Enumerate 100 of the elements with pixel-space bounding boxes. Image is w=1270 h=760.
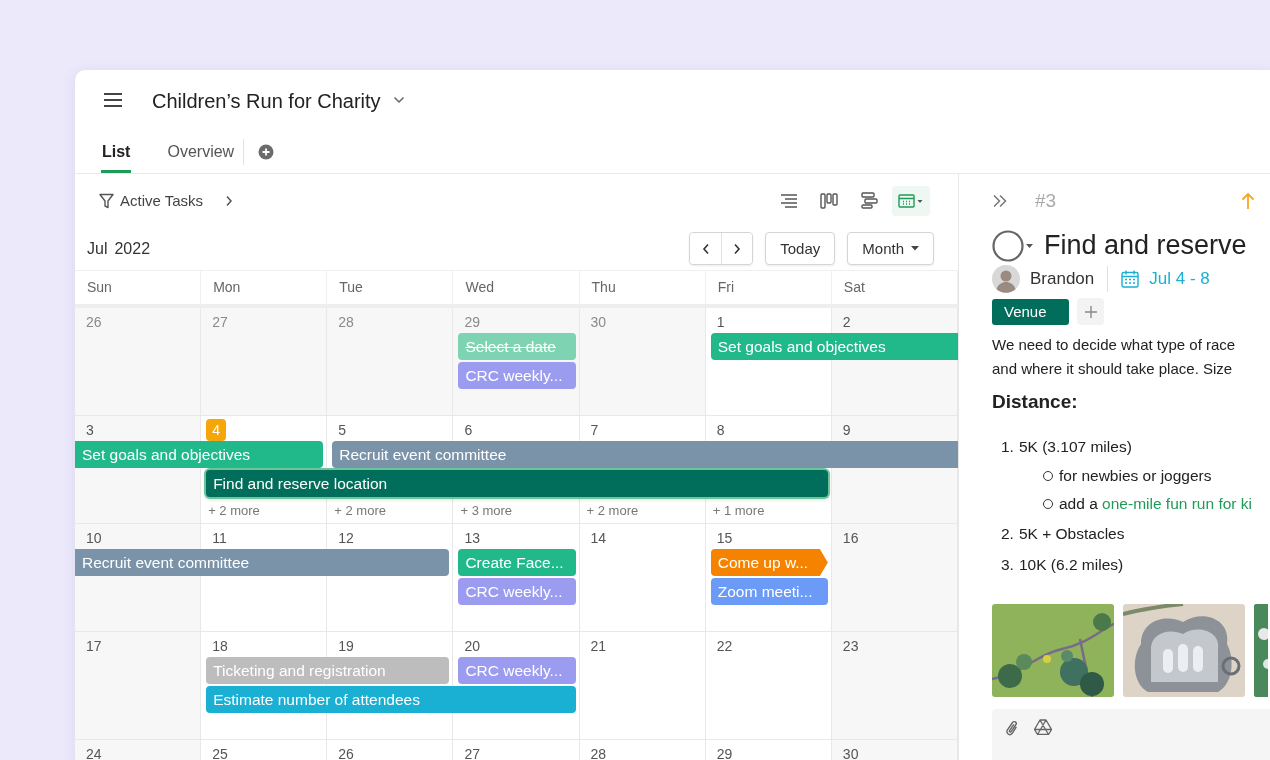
task-number: #3 bbox=[1035, 189, 1057, 212]
event-bar[interactable]: Set goals and objectives bbox=[75, 441, 324, 468]
tab[interactable]: Overview bbox=[166, 130, 236, 173]
list-item-text: add a one-mile fun run for ki bbox=[1059, 494, 1252, 515]
drive-icon[interactable] bbox=[1034, 719, 1052, 736]
day-number: 8 bbox=[716, 422, 725, 438]
filter-label[interactable]: Active Tasks bbox=[120, 192, 204, 209]
link[interactable]: one-mile fun run for ki bbox=[1102, 495, 1252, 513]
day-number: 5 bbox=[338, 422, 347, 438]
day-number: 20 bbox=[464, 638, 480, 654]
list-item-text: 10K (6.2 miles) bbox=[1018, 555, 1124, 576]
calendar-icon[interactable] bbox=[1121, 270, 1140, 289]
avatar-icon bbox=[992, 265, 1020, 294]
range-dropdown[interactable]: Month bbox=[847, 232, 934, 265]
day-number: 21 bbox=[590, 638, 607, 654]
description-line: We need to decide what type of race bbox=[992, 335, 1237, 356]
date-range[interactable]: Jul 4 - 8 bbox=[1149, 269, 1210, 290]
weekday-label: Wed bbox=[465, 279, 494, 295]
filter-icon[interactable] bbox=[99, 192, 114, 209]
day-number: 29 bbox=[464, 314, 480, 330]
event-bar[interactable]: Recruit event committee bbox=[75, 549, 450, 576]
menu-icon[interactable] bbox=[103, 92, 123, 108]
chevron-left-icon bbox=[701, 242, 710, 255]
event-bar[interactable]: Create Face... bbox=[458, 549, 576, 576]
next-button[interactable] bbox=[721, 233, 753, 264]
weekday-label: Sat bbox=[843, 279, 865, 295]
event-bar[interactable]: Come up w... bbox=[710, 549, 828, 576]
priority-arrow-icon[interactable] bbox=[1241, 191, 1255, 210]
day-number: 29 bbox=[716, 746, 733, 760]
day-number: 28 bbox=[590, 746, 607, 760]
day-number: 6 bbox=[464, 422, 473, 438]
more-link[interactable]: + 2 more bbox=[208, 501, 260, 521]
day-number: 19 bbox=[338, 638, 354, 654]
columns-icon bbox=[820, 192, 838, 209]
chevron-right-icon[interactable] bbox=[225, 194, 234, 207]
event-bar[interactable]: Zoom meeti... bbox=[710, 578, 828, 605]
day-number: 14 bbox=[590, 530, 607, 546]
collapse-icon[interactable] bbox=[992, 193, 1008, 208]
list-number: 2. bbox=[1001, 524, 1014, 545]
day-number: 27 bbox=[212, 314, 228, 330]
list-item-text: for newbies or joggers bbox=[1059, 466, 1212, 487]
task-title: Find and reserve bbox=[1044, 230, 1247, 262]
event-bar[interactable]: Find and reserve location bbox=[206, 470, 828, 497]
day-number: 23 bbox=[842, 638, 859, 654]
status-circle-icon[interactable] bbox=[992, 229, 1034, 262]
day-number: 10 bbox=[86, 530, 102, 546]
section-heading: Distance: bbox=[992, 390, 1079, 415]
day-number: 1 bbox=[716, 314, 725, 330]
chevron-down-icon[interactable] bbox=[392, 96, 405, 104]
day-number: 16 bbox=[842, 530, 859, 546]
more-link[interactable]: + 2 more bbox=[334, 501, 386, 521]
plus-icon bbox=[1083, 304, 1098, 319]
previous-button[interactable] bbox=[690, 233, 722, 264]
day-number: 2 bbox=[842, 314, 851, 330]
tag[interactable]: Venue bbox=[992, 298, 1069, 325]
day-number: 26 bbox=[338, 746, 354, 760]
more-link[interactable]: + 3 more bbox=[460, 501, 513, 521]
day-number: 24 bbox=[86, 746, 102, 760]
event-bar[interactable]: CRC weekly... bbox=[458, 578, 576, 605]
day-number: 25 bbox=[212, 746, 228, 760]
description-line: and where it should take place. Size bbox=[992, 359, 1234, 380]
caret-icon bbox=[911, 246, 919, 251]
day-number: 22 bbox=[716, 638, 733, 654]
list-number: 1. bbox=[1001, 437, 1014, 458]
chevron-right-icon bbox=[733, 242, 742, 255]
weekday-label: Sun bbox=[87, 279, 112, 295]
day-number: 26 bbox=[86, 314, 102, 330]
year-label: 2022 bbox=[114, 239, 151, 258]
tab[interactable]: List bbox=[101, 130, 132, 173]
event-bar[interactable]: Ticketing and registration bbox=[206, 657, 450, 684]
project-title: Children’s Run for Charity bbox=[152, 89, 381, 113]
more-link[interactable]: + 1 more bbox=[712, 501, 765, 521]
weekday-label: Fri bbox=[717, 279, 735, 295]
calendar-grid-icon bbox=[898, 193, 924, 208]
calendar-view-button[interactable] bbox=[892, 185, 930, 216]
list-number: 3. bbox=[1001, 555, 1014, 576]
day-number: 9 bbox=[842, 422, 851, 438]
day-number: 30 bbox=[590, 314, 607, 330]
day-number: 28 bbox=[338, 314, 354, 330]
assignee-name[interactable]: Brandon bbox=[1030, 269, 1095, 290]
add-tag-button[interactable] bbox=[1077, 298, 1104, 326]
month-label: Jul bbox=[87, 239, 108, 258]
event-bar[interactable]: Set goals and objectives bbox=[710, 333, 958, 360]
event-bar[interactable]: CRC weekly... bbox=[458, 362, 576, 389]
event-bar[interactable]: Recruit event committee bbox=[332, 441, 958, 468]
more-link[interactable]: + 2 more bbox=[586, 501, 639, 521]
day-number: 4 bbox=[206, 419, 226, 441]
day-number: 13 bbox=[464, 530, 480, 546]
day-number: 30 bbox=[842, 746, 859, 760]
timeline-icon bbox=[860, 192, 878, 209]
event-bar[interactable]: Estimate number of attendees bbox=[206, 686, 576, 713]
day-number: 11 bbox=[212, 530, 227, 546]
weekday-label: Thu bbox=[591, 279, 616, 295]
day-number: 27 bbox=[464, 746, 480, 760]
today-button[interactable]: Today bbox=[765, 232, 836, 265]
day-number: 15 bbox=[716, 530, 733, 546]
day-number: 18 bbox=[212, 638, 228, 654]
event-bar[interactable]: CRC weekly... bbox=[458, 657, 576, 684]
add-icon[interactable] bbox=[258, 143, 275, 160]
day-number: 17 bbox=[86, 638, 102, 654]
